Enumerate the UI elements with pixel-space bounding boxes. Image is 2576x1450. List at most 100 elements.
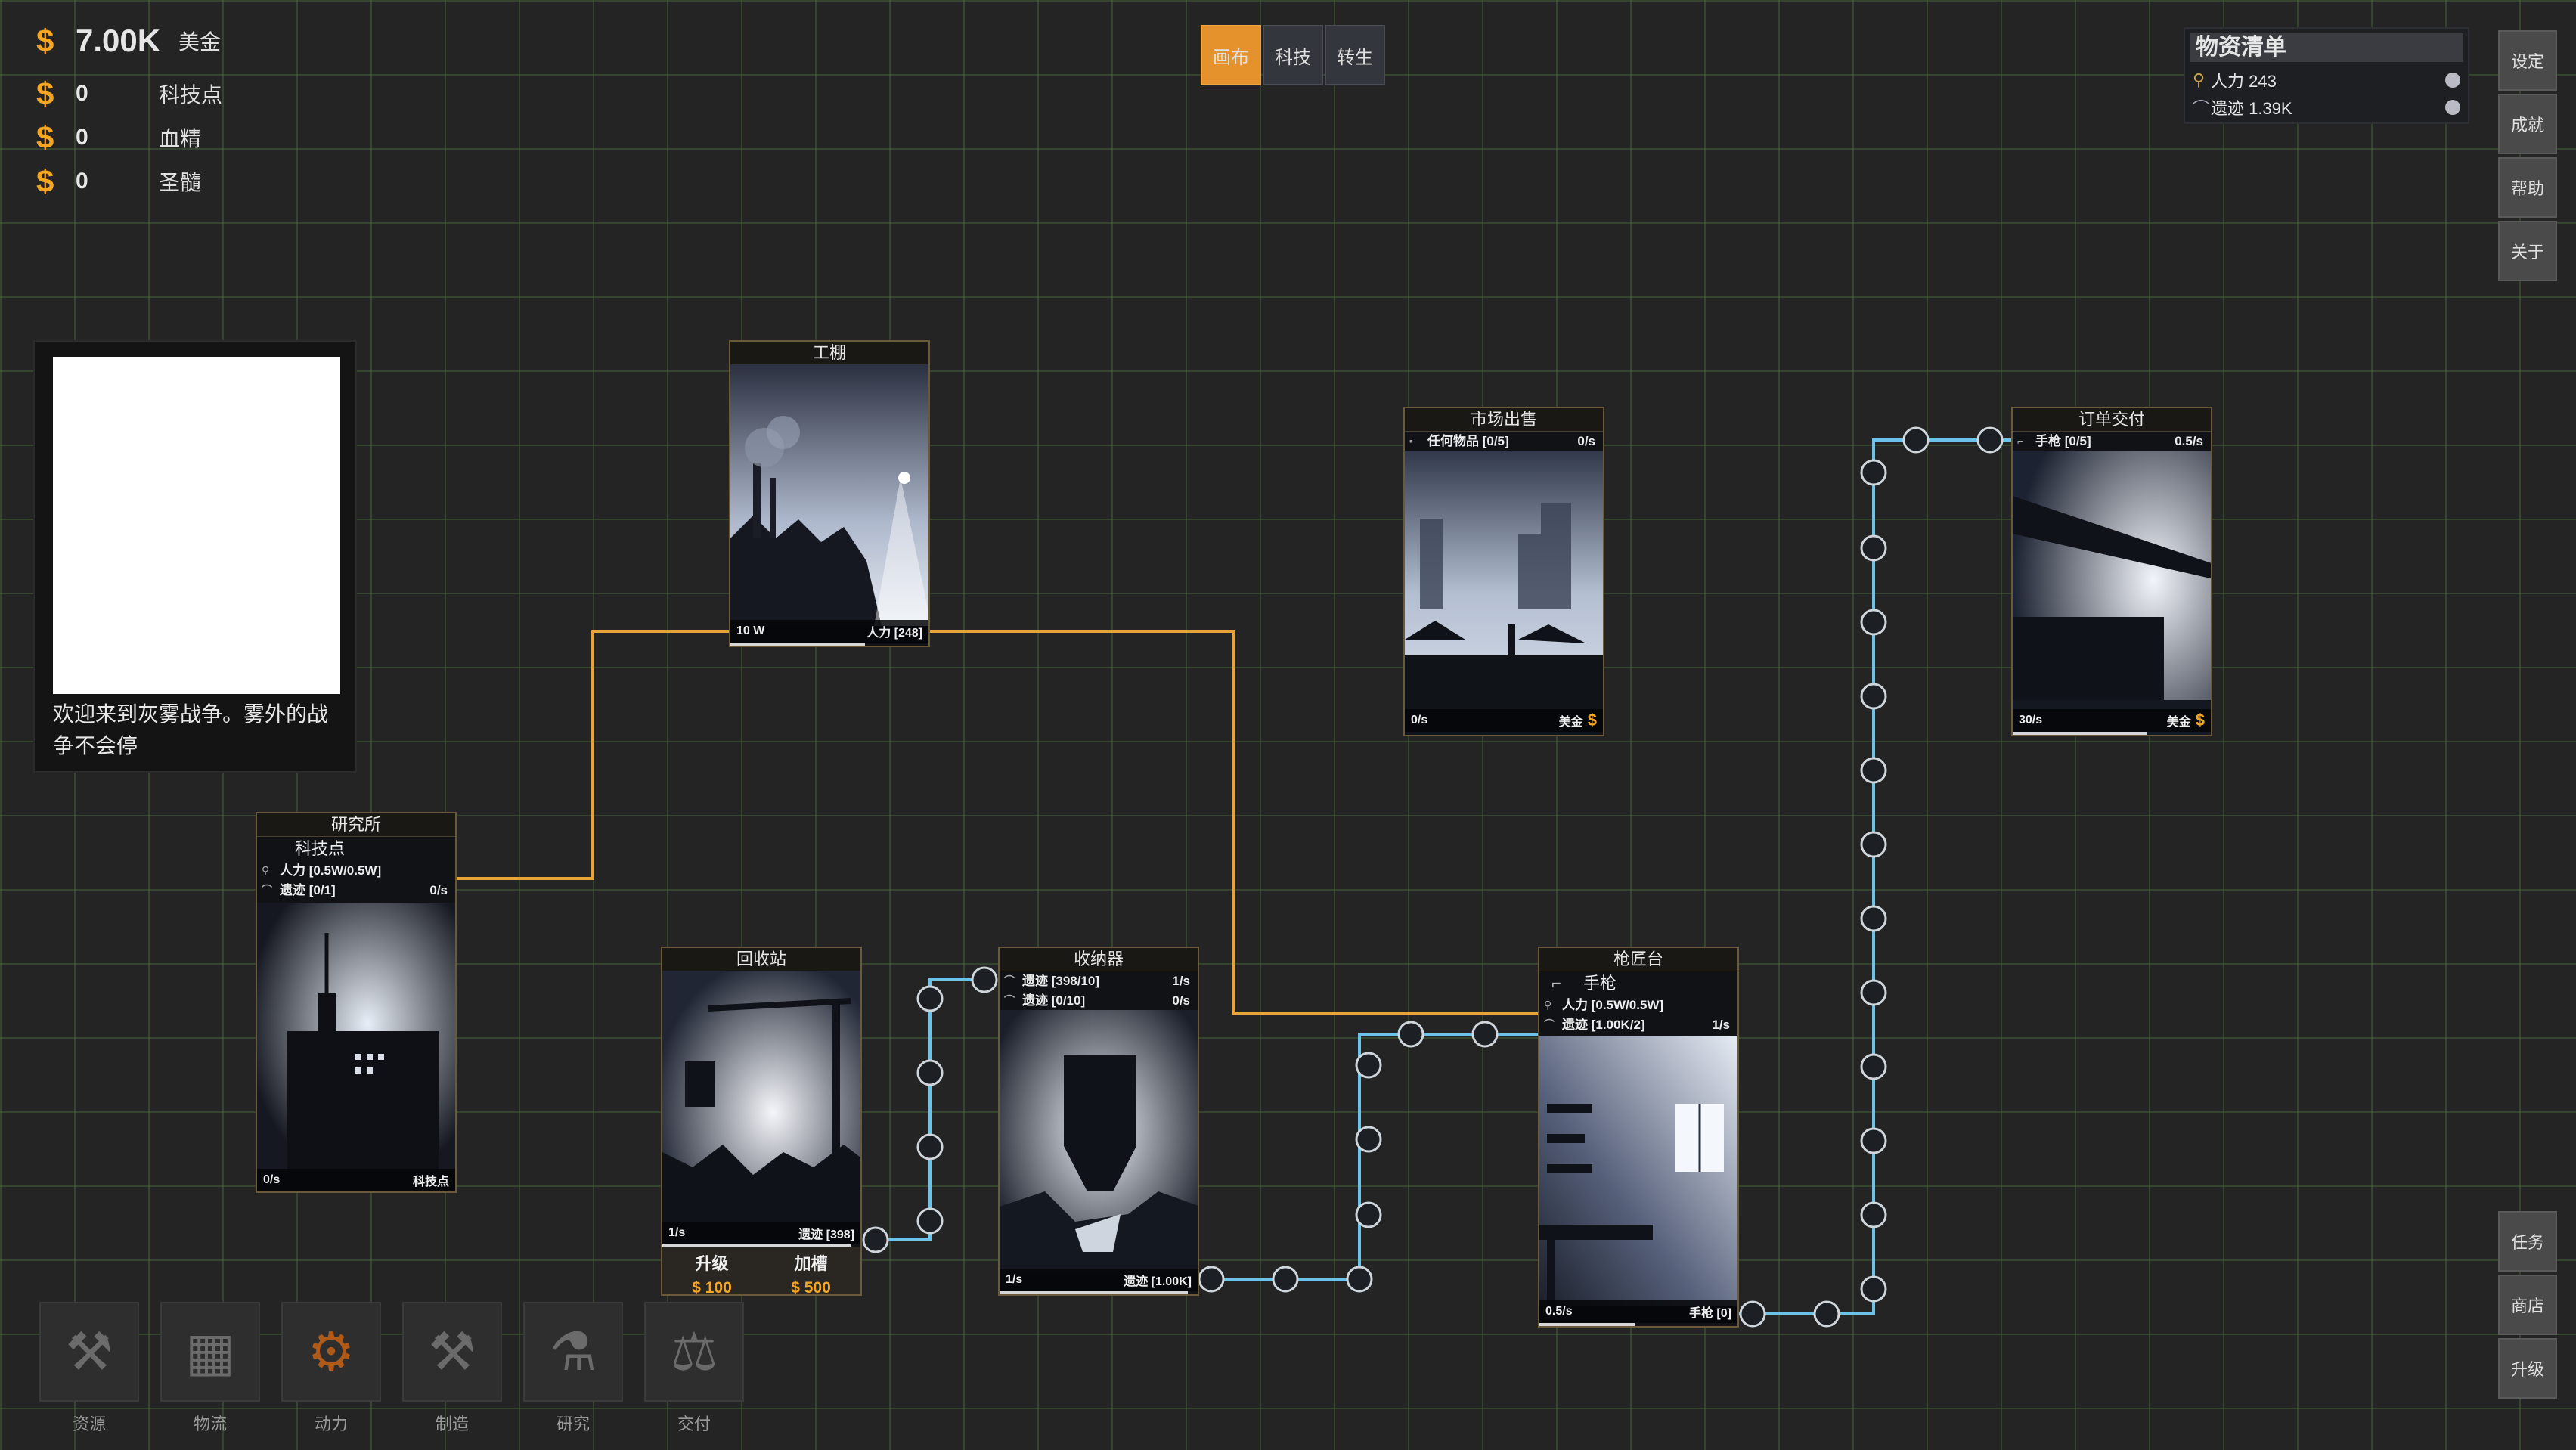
currency-name: 血精 bbox=[159, 127, 202, 150]
card-footer: 0.5/s 手枪 [0] bbox=[1539, 1300, 1737, 1323]
flask-icon: ⚗ bbox=[549, 1322, 597, 1381]
remains-icon: ⌒ bbox=[1544, 1018, 1555, 1030]
input-slot[interactable]: ⚲ 人力 [0.5W/0.5W] bbox=[257, 861, 455, 881]
upgrade-button[interactable]: 升级 bbox=[2498, 1338, 2557, 1399]
shop-button[interactable]: 商店 bbox=[2498, 1275, 2557, 1335]
currency-value: 0 bbox=[76, 81, 88, 106]
card-title: 订单交付 bbox=[2013, 408, 2211, 432]
remains-icon: ⌒ bbox=[262, 884, 272, 896]
toolbar-delivery[interactable]: ⚖ bbox=[644, 1302, 744, 1402]
item-wire bbox=[1737, 438, 2013, 1315]
inventory-panel: 物资清单 ⚲ 人力 243 ⌒ 遗迹 1.39K bbox=[2184, 27, 2469, 124]
inventory-title: 物资清单 bbox=[2190, 33, 2463, 62]
currency-row: $0 圣髓 bbox=[36, 163, 201, 200]
card-order-delivery[interactable]: 订单交付 ⌐ 手枪 [0/5] 0.5/s 30/s 美金 $ bbox=[2011, 407, 2212, 736]
tab-tech[interactable]: 科技 bbox=[1263, 25, 1323, 85]
tab-rebirth[interactable]: 转生 bbox=[1325, 25, 1385, 85]
toolbar-label: 物流 bbox=[193, 1414, 227, 1433]
card-research[interactable]: 研究所 科技点 ⚲ 人力 [0.5W/0.5W] ⌒ 遗迹 [0/1] 0/s 0/s… bbox=[256, 812, 457, 1193]
toolbar-resources[interactable]: ⚒ bbox=[39, 1302, 139, 1402]
achievements-button[interactable]: 成就 bbox=[2498, 94, 2557, 154]
workshop-scene bbox=[1539, 1036, 1737, 1306]
card-footer: 0/s 科技点 bbox=[257, 1169, 455, 1191]
toolbar-logistics[interactable]: ▦ bbox=[160, 1302, 260, 1402]
currency-value: 7.00K bbox=[76, 23, 161, 58]
pistol-icon: ⌐ bbox=[2017, 435, 2024, 447]
currency-value: 0 bbox=[76, 125, 88, 150]
progress-bar bbox=[730, 643, 866, 646]
input-slot[interactable]: ⌐ 手枪 [0/5] 0.5/s bbox=[2013, 432, 2211, 451]
scale-icon: ⚖ bbox=[670, 1322, 718, 1381]
manpower-icon: ⚲ bbox=[2193, 70, 2206, 89]
dollar-icon: $ bbox=[36, 76, 54, 111]
market-scene bbox=[1405, 451, 1603, 735]
card-footer: 10 W 人力 [248] bbox=[730, 620, 928, 643]
input-slot[interactable]: ⚲ 人力 [0.5W/0.5W] bbox=[1539, 996, 1737, 1015]
toolbar-label: 制造 bbox=[435, 1414, 469, 1433]
crate-icon: ▦ bbox=[184, 1322, 236, 1381]
currency-row: $7.00K 美金 bbox=[36, 23, 221, 59]
factory-scene bbox=[730, 364, 928, 626]
currency-name: 美金 bbox=[178, 30, 222, 54]
toolbar-power[interactable]: ⚙ bbox=[281, 1302, 381, 1402]
card-storage[interactable]: 收纳器 ⌒ 遗迹 [398/10] 1/s ⌒ 遗迹 [0/10] 0/s 1/s 遗迹… bbox=[998, 947, 1199, 1296]
welcome-panel: 欢迎来到灰雾战争。雾外的战争不会停 bbox=[33, 340, 357, 773]
progress-bar bbox=[1539, 1323, 1635, 1326]
currency-row: $0 血精 bbox=[36, 119, 201, 156]
research-scene bbox=[257, 903, 455, 1172]
toolbar-manufacture[interactable]: ⚒ bbox=[402, 1302, 502, 1402]
train-station-scene bbox=[2013, 451, 2211, 735]
tasks-button[interactable]: 任务 bbox=[2498, 1211, 2557, 1272]
input-slot[interactable]: ⌒ 遗迹 [0/1] 0/s bbox=[257, 881, 455, 900]
about-button[interactable]: 关于 bbox=[2498, 221, 2557, 281]
pickaxe-hammer-icon: ⚒ bbox=[65, 1322, 113, 1381]
inventory-item-remains[interactable]: ⌒ 遗迹 1.39K bbox=[2185, 94, 2468, 121]
input-slot[interactable]: ⌒ 遗迹 [0/10] 0/s bbox=[1000, 991, 1198, 1011]
remains-icon: ⌒ bbox=[1004, 974, 1015, 987]
input-slot[interactable]: ⌒ 遗迹 [398/10] 1/s bbox=[1000, 971, 1198, 991]
card-subtitle: ⌐ 手枪 bbox=[1539, 971, 1737, 996]
add-slot-button[interactable]: 加槽 $ 500 bbox=[761, 1247, 860, 1294]
card-footer: 1/s 遗迹 [398] bbox=[662, 1222, 860, 1244]
card-footer: 0/s 美金 $ bbox=[1405, 709, 1603, 732]
tab-canvas[interactable]: 画布 bbox=[1201, 25, 1261, 85]
input-slot[interactable]: ⌒ 遗迹 [1.00K/2] 1/s bbox=[1539, 1015, 1737, 1035]
card-gunsmith-bench[interactable]: 枪匠台 ⌐ 手枪 ⚲ 人力 [0.5W/0.5W] ⌒ 遗迹 [1.00K/2] 1/… bbox=[1538, 947, 1739, 1328]
wrench-hammer-icon: ⚒ bbox=[428, 1322, 476, 1381]
progress-bar bbox=[1000, 1291, 1188, 1294]
toggle-dot[interactable] bbox=[2445, 100, 2460, 115]
dollar-icon: $ bbox=[36, 23, 54, 58]
card-title: 研究所 bbox=[257, 813, 455, 837]
input-slot[interactable]: ▪ 任何物品 [0/5] 0/s bbox=[1405, 432, 1603, 451]
toolbar-research[interactable]: ⚗ bbox=[523, 1302, 623, 1402]
card-title: 收纳器 bbox=[1000, 948, 1198, 971]
any-item-icon: ▪ bbox=[1409, 435, 1413, 447]
upgrade-card-button[interactable]: 升级 $ 100 bbox=[662, 1247, 761, 1294]
view-tabs: 画布 科技 转生 bbox=[1201, 25, 1385, 85]
welcome-image bbox=[53, 357, 340, 694]
dollar-icon: $ bbox=[2195, 711, 2205, 730]
dollar-icon: $ bbox=[36, 119, 54, 155]
manpower-icon: ⚲ bbox=[1544, 999, 1552, 1011]
card-title: 工棚 bbox=[730, 342, 928, 365]
card-shed[interactable]: 工棚 10 W 人力 [248] bbox=[729, 340, 930, 647]
toolbar-label: 动力 bbox=[314, 1414, 348, 1433]
toggle-dot[interactable] bbox=[2445, 73, 2460, 88]
card-title: 市场出售 bbox=[1405, 408, 1603, 432]
card-footer: 1/s 遗迹 [1.00K] bbox=[1000, 1269, 1198, 1291]
item-wire bbox=[863, 978, 984, 1241]
card-market-sale[interactable]: 市场出售 ▪ 任何物品 [0/5] 0/s 0/s 美金 $ bbox=[1403, 407, 1604, 736]
help-button[interactable]: 帮助 bbox=[2498, 157, 2557, 218]
currency-name: 科技点 bbox=[159, 83, 223, 107]
dollar-icon: $ bbox=[36, 163, 54, 199]
card-recycle-station[interactable]: 回收站 1/s 遗迹 [398] 升级 $ 100 加槽 $ 500 bbox=[661, 947, 862, 1296]
welcome-text: 欢迎来到灰雾战争。雾外的战争不会停 bbox=[53, 702, 329, 758]
settings-button[interactable]: 设定 bbox=[2498, 30, 2557, 91]
toolbar-label: 资源 bbox=[72, 1414, 106, 1433]
currency-row: $0 科技点 bbox=[36, 76, 222, 112]
inventory-item-manpower[interactable]: ⚲ 人力 243 bbox=[2185, 67, 2468, 94]
manpower-icon: ⚲ bbox=[262, 864, 270, 876]
remains-icon: ⌒ bbox=[1004, 994, 1015, 1006]
scrapyard-scene bbox=[662, 971, 860, 1228]
upgrade-panel: 升级 $ 100 加槽 $ 500 bbox=[662, 1247, 860, 1294]
